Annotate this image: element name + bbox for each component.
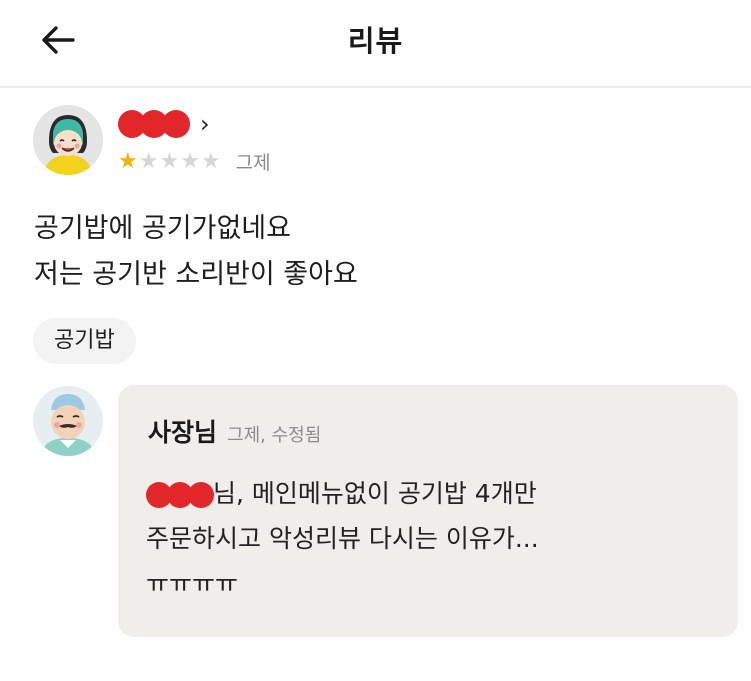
star-rating: ★ ★ ★ ★ ★	[118, 148, 222, 174]
reply-line: 주문하시고 악성리뷰 다시는 이유가...	[146, 524, 539, 553]
reviewer-avatar[interactable]	[33, 105, 103, 175]
star-empty-icon: ★	[138, 148, 159, 174]
header-divider	[0, 86, 751, 88]
review-line: 저는 공기반 소리반이 좋아요	[34, 259, 358, 290]
owner-character-icon	[33, 386, 103, 456]
reply-line-text: 님, 메인메뉴없이 공기밥 4개만	[213, 479, 537, 508]
star-empty-icon: ★	[159, 148, 180, 174]
page-title: 리뷰	[347, 24, 404, 58]
star-filled-icon: ★	[118, 148, 138, 174]
star-empty-icon: ★	[200, 148, 221, 174]
reply-meta: 그제, 수정됨	[227, 425, 322, 446]
menu-tag[interactable]: 공기밥	[33, 318, 136, 364]
star-empty-icon: ★	[180, 148, 200, 174]
review-body: 공기밥에 공기가없네요 저는 공기반 소리반이 좋아요	[34, 206, 358, 298]
owner-reply-bubble: 사장님 그제, 수정됨 님, 메인메뉴없이 공기밥 4개만 주문하시고 악성리뷰…	[118, 385, 738, 637]
reviewer-name-redaction	[118, 110, 190, 138]
rating-row: ★ ★ ★ ★ ★ 그제	[118, 148, 271, 175]
app-header: 리뷰	[0, 0, 751, 86]
reviewer-name-link[interactable]: ›	[118, 108, 210, 140]
reply-author: 사장님	[148, 418, 218, 447]
chevron-right-icon: ›	[200, 110, 210, 138]
reply-body: 님, 메인메뉴없이 공기밥 4개만 주문하시고 악성리뷰 다시는 이유가... …	[146, 471, 539, 606]
reply-line: ㅠㅠㅠㅠ	[146, 569, 239, 598]
owner-avatar	[33, 386, 103, 456]
reviewer-character-icon	[33, 105, 103, 175]
reply-line: 님, 메인메뉴없이 공기밥 4개만	[146, 471, 539, 516]
reply-header: 사장님 그제, 수정됨	[148, 413, 321, 449]
review-date: 그제	[235, 152, 271, 174]
customer-name-redaction	[146, 482, 214, 508]
review-line: 공기밥에 공기가없네요	[34, 213, 291, 244]
